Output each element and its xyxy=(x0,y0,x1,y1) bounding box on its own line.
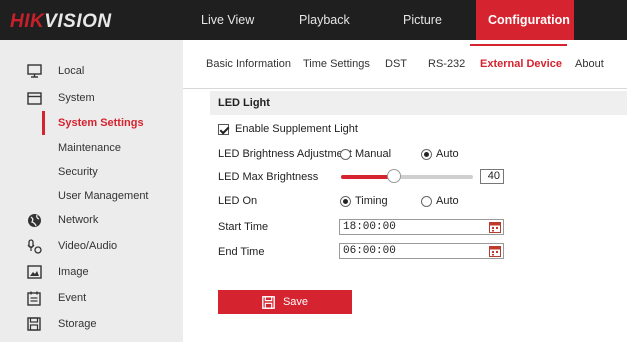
hikvision-logo: HIKVISION xyxy=(10,11,112,32)
tab-time-settings[interactable]: Time Settings xyxy=(303,58,370,70)
sidebar-item-local[interactable]: Local xyxy=(0,59,183,83)
sidebar-item-image[interactable]: Image xyxy=(0,260,183,284)
tab-external-device[interactable]: External Device xyxy=(480,58,562,70)
calendar-list-icon xyxy=(26,290,42,306)
calendar-icon[interactable] xyxy=(489,245,501,257)
sidebar-item-video-audio[interactable]: Video/Audio xyxy=(0,234,183,258)
top-bar: HIKVISION Live View Playback Picture Con… xyxy=(0,0,627,40)
led-on-label: LED On xyxy=(218,195,258,207)
nav-live-view[interactable]: Live View xyxy=(183,0,283,40)
sidebar-item-event[interactable]: Event xyxy=(0,286,183,310)
tab-basic-information[interactable]: Basic Information xyxy=(206,58,291,70)
sidebar-item-label: Local xyxy=(58,65,85,77)
sidebar: Local System System Settings Maintenance… xyxy=(0,40,183,342)
section-title: LED Light xyxy=(218,97,270,109)
sidebar-item-label: Event xyxy=(58,292,87,304)
nav-configuration[interactable]: Configuration xyxy=(476,0,574,40)
sidebar-item-system-settings[interactable]: System Settings xyxy=(0,111,183,135)
top-nav: Live View Playback Picture Configuration xyxy=(183,0,574,40)
sidebar-item-network[interactable]: Network xyxy=(0,208,183,232)
brightness-auto-label: Auto xyxy=(436,148,459,160)
save-disk-icon xyxy=(262,295,275,309)
max-brightness-value-input[interactable]: 40 xyxy=(480,169,504,184)
tab-about[interactable]: About xyxy=(575,58,604,70)
sidebar-item-label: System xyxy=(58,92,95,104)
sidebar-item-label: Maintenance xyxy=(58,142,121,154)
led-on-timing-label: Timing xyxy=(355,195,388,207)
nav-picture[interactable]: Picture xyxy=(385,0,476,40)
save-button[interactable]: Save xyxy=(218,290,352,314)
sidebar-item-system[interactable]: System xyxy=(0,86,183,110)
tab-dst[interactable]: DST xyxy=(385,58,407,70)
brightness-adjustment-label: LED Brightness Adjustment xyxy=(218,148,352,160)
monitor-icon xyxy=(26,63,42,79)
start-time-value: 18:00:00 xyxy=(343,221,396,233)
sidebar-item-label: Network xyxy=(58,214,99,226)
sub-tabs: Basic Information Time Settings DST RS-2… xyxy=(183,40,627,89)
led-on-auto-radio[interactable] xyxy=(421,196,432,207)
brightness-manual-label: Manual xyxy=(355,148,392,160)
image-icon xyxy=(26,264,42,280)
led-on-auto-label: Auto xyxy=(436,195,459,207)
enable-supplement-light-label: Enable Supplement Light xyxy=(235,123,358,135)
brightness-auto-radio[interactable] xyxy=(421,149,432,160)
start-time-input[interactable]: 18:00:00 xyxy=(339,219,504,235)
end-time-input[interactable]: 06:00:00 xyxy=(339,243,504,259)
section-header: LED Light xyxy=(210,91,627,115)
save-disk-icon xyxy=(26,316,42,332)
max-brightness-label: LED Max Brightness xyxy=(218,171,319,183)
active-indicator xyxy=(42,111,45,135)
start-time-label: Start Time xyxy=(218,221,269,233)
nav-playback[interactable]: Playback xyxy=(283,0,385,40)
system-icon xyxy=(26,90,42,106)
tab-rs-232[interactable]: RS-232 xyxy=(428,58,465,70)
sidebar-item-label: Video/Audio xyxy=(58,240,118,252)
sidebar-item-user-management[interactable]: User Management xyxy=(0,184,183,208)
end-time-label: End Time xyxy=(218,246,265,258)
enable-supplement-light-checkbox[interactable] xyxy=(218,124,229,135)
max-brightness-slider-handle[interactable] xyxy=(387,169,401,183)
globe-icon xyxy=(26,212,42,228)
led-on-timing-radio[interactable] xyxy=(340,196,351,207)
sidebar-item-storage[interactable]: Storage xyxy=(0,312,183,336)
sidebar-item-label: User Management xyxy=(58,190,149,202)
sidebar-item-label: Image xyxy=(58,266,89,278)
sidebar-item-label: Storage xyxy=(58,318,97,330)
sidebar-item-label: System Settings xyxy=(58,117,144,129)
save-button-label: Save xyxy=(282,296,309,308)
brightness-manual-radio[interactable] xyxy=(340,149,351,160)
sidebar-item-maintenance[interactable]: Maintenance xyxy=(0,136,183,160)
sidebar-item-label: Security xyxy=(58,166,98,178)
sidebar-item-security[interactable]: Security xyxy=(0,160,183,184)
microphone-camera-icon xyxy=(26,238,42,254)
active-tab-underline xyxy=(470,44,567,46)
end-time-value: 06:00:00 xyxy=(343,245,396,257)
calendar-icon[interactable] xyxy=(489,221,501,233)
